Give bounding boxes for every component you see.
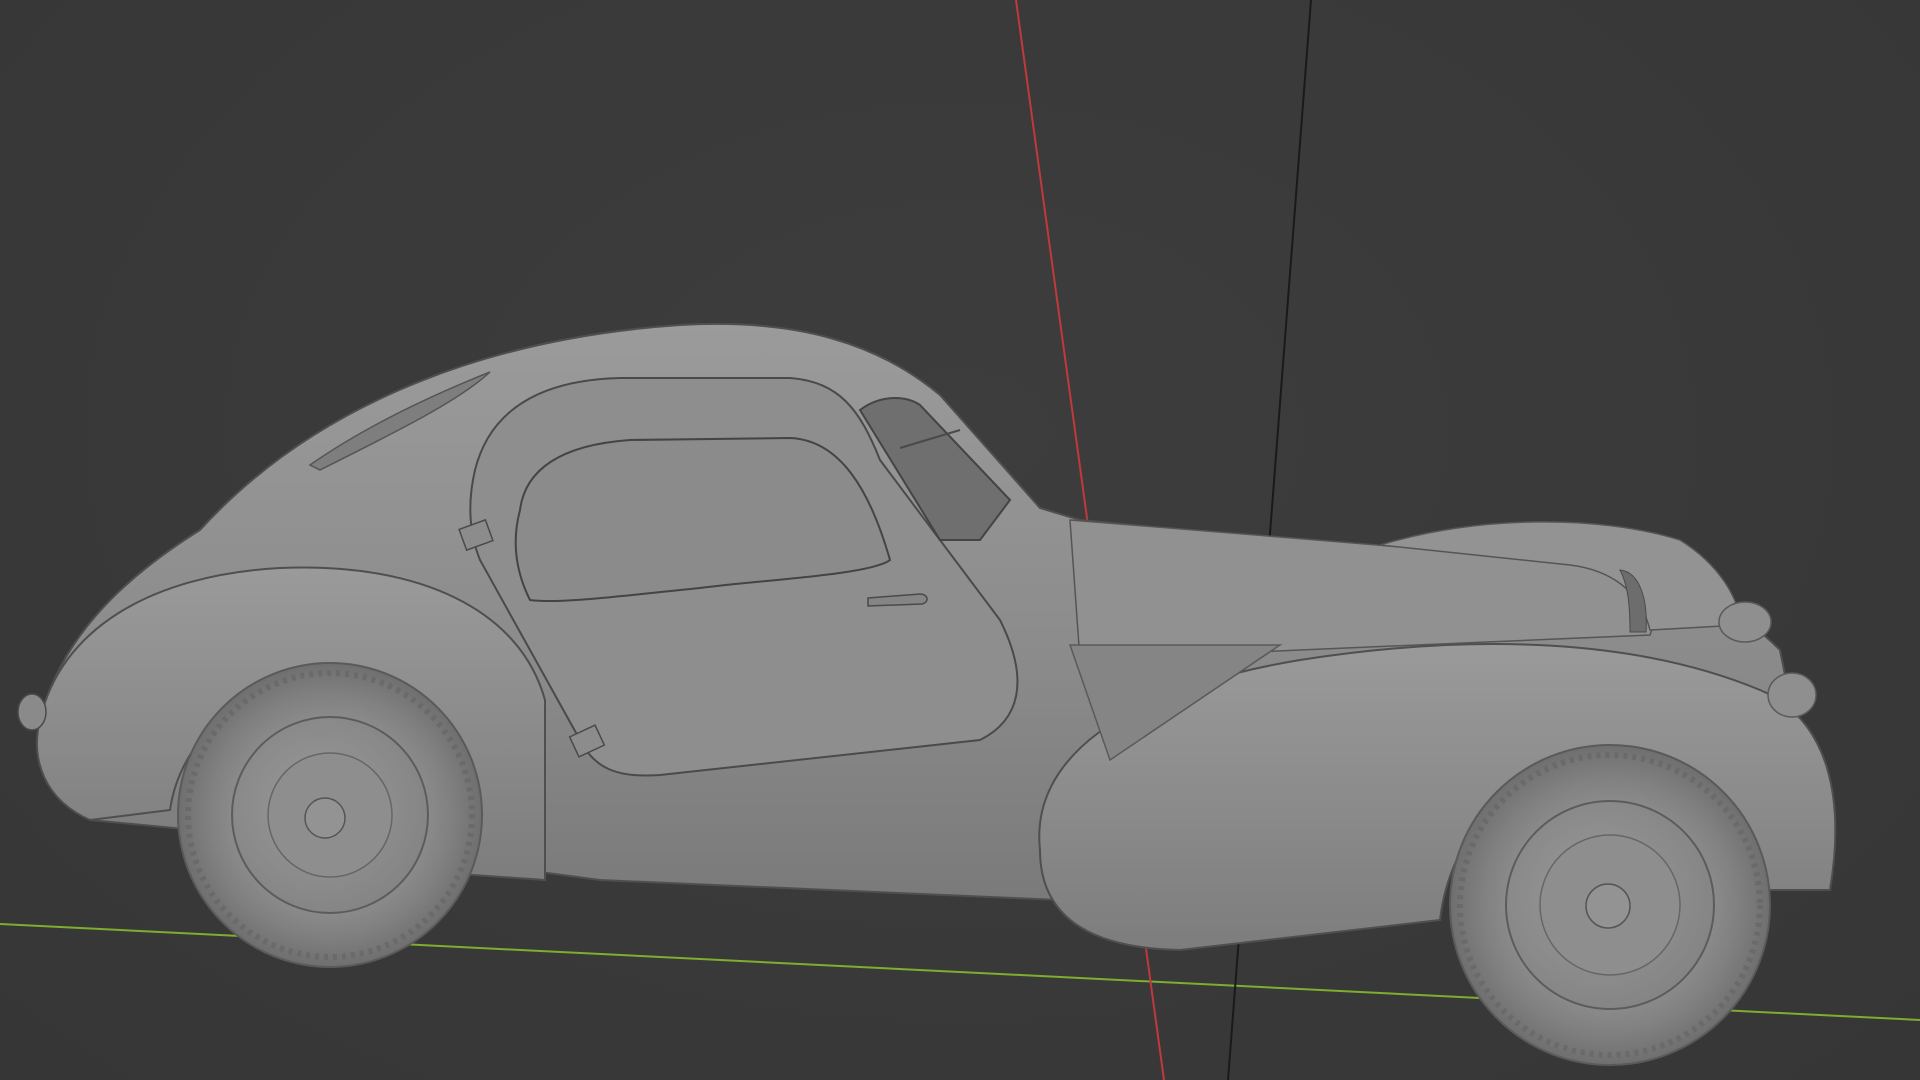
headlight-lower [1767,672,1817,718]
rear-bumper [17,693,47,731]
car-model[interactable] [17,322,1837,1066]
rear-wheel[interactable] [177,662,483,968]
viewport-canvas[interactable] [0,0,1920,1080]
front-wheel[interactable] [1449,744,1771,1066]
3d-viewport[interactable] [0,0,1920,1080]
headlight-upper [1718,601,1772,643]
